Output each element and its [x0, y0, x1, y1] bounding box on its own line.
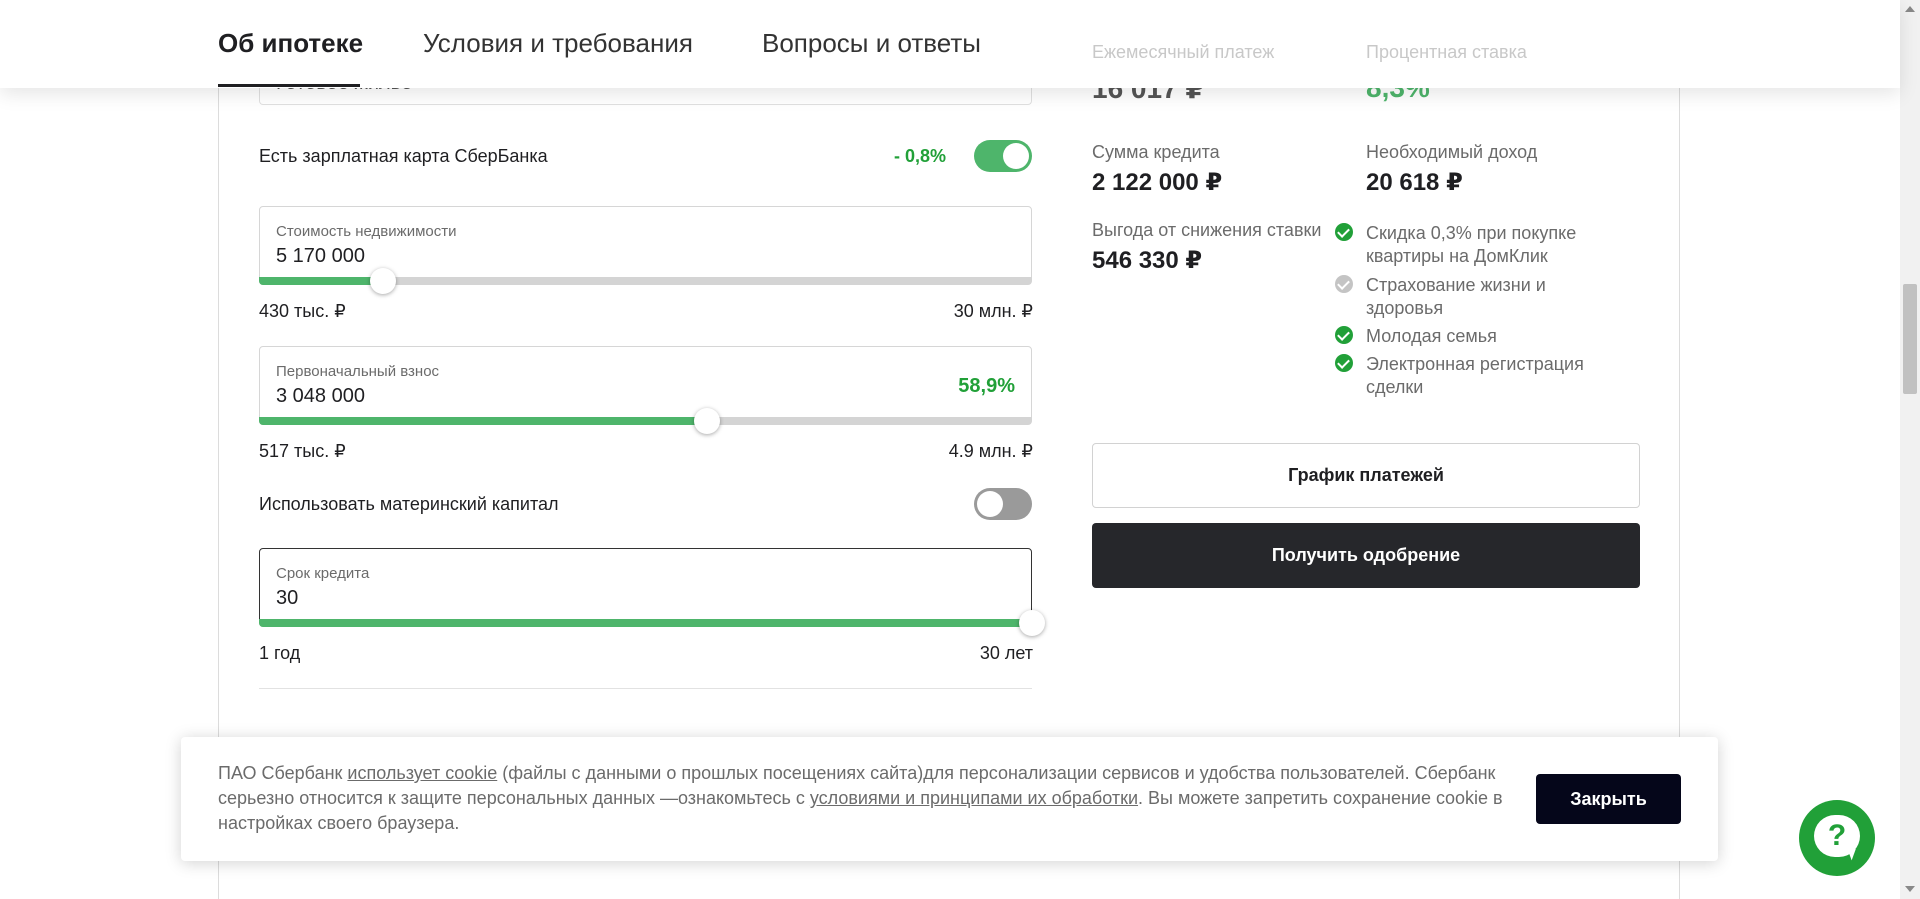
- benefit-value: 546 330 ₽: [1092, 247, 1203, 274]
- scroll-up-icon[interactable]: [1905, 6, 1915, 12]
- down-payment-percent: 58,9%: [958, 375, 1015, 397]
- loan-term-min: 1 год: [259, 643, 301, 663]
- tab-faq[interactable]: Вопросы и ответы: [762, 28, 981, 59]
- property-cost-slider[interactable]: [259, 268, 1032, 294]
- loan-term-slider[interactable]: [259, 610, 1045, 636]
- property-cost-min: 430 тыс. ₽: [259, 301, 346, 321]
- payment-schedule-button[interactable]: График платежей: [1092, 443, 1640, 508]
- check-circle-icon: [1335, 326, 1353, 344]
- property-cost-label: Стоимость недвижимости: [276, 223, 457, 240]
- loan-term-fill: [259, 619, 1032, 627]
- benefit-label: Выгода от снижения ставки: [1092, 220, 1322, 240]
- tab-about-mortgage[interactable]: Об ипотеке: [218, 28, 363, 59]
- active-tab-indicator: [218, 84, 360, 87]
- maternity-capital-toggle[interactable]: [974, 488, 1032, 520]
- question-chat-icon: ?: [1814, 815, 1860, 857]
- cookie-text-part: ПАО Сбербанк: [218, 763, 348, 783]
- top-navigation: Об ипотеке Условия и требования Вопросы …: [0, 0, 1900, 88]
- toggle-knob: [977, 491, 1003, 517]
- required-income-value: 20 618 ₽: [1366, 169, 1463, 196]
- property-cost-max: 30 млн. ₽: [953, 301, 1033, 321]
- data-processing-link[interactable]: условиями и принципами их обработки: [810, 788, 1138, 808]
- loan-term-field[interactable]: Срок кредита 30: [259, 548, 1032, 626]
- loan-term-thumb[interactable]: [1019, 610, 1045, 636]
- down-payment-max: 4.9 млн. ₽: [948, 441, 1033, 461]
- maternity-capital-label: Использовать материнский капитал: [259, 494, 559, 514]
- page-scrollbar[interactable]: [1900, 0, 1920, 899]
- monthly-payment-label: Ежемесячный платеж: [1092, 42, 1275, 62]
- property-cost-value: 5 170 000: [276, 245, 365, 267]
- cookie-policy-link[interactable]: использует cookie: [347, 763, 497, 783]
- down-payment-fill: [259, 417, 707, 425]
- scrollbar-thumb[interactable]: [1903, 284, 1917, 394]
- cookie-text: ПАО Сбербанк использует cookie (файлы с …: [218, 761, 1548, 836]
- salary-card-label: Есть зарплатная карта СберБанка: [259, 146, 548, 166]
- loan-amount-value: 2 122 000 ₽: [1092, 169, 1223, 196]
- down-payment-field[interactable]: Первоначальный взнос 3 048 000 58,9%: [259, 346, 1032, 424]
- condition-text: Молодая семья: [1366, 326, 1497, 346]
- chat-button[interactable]: ?: [1799, 800, 1875, 876]
- scroll-down-icon[interactable]: [1905, 886, 1915, 892]
- check-circle-icon: [1335, 354, 1353, 372]
- chat-glyph: ?: [1827, 819, 1847, 852]
- peek-labels: Ежемесячный платеж: [1092, 42, 1274, 63]
- condition-domclick-discount: Скидка 0,3% при покупке квартиры на ДомК…: [1335, 222, 1596, 268]
- loan-term-label: Срок кредита: [276, 565, 370, 582]
- condition-young-family: Молодая семья: [1335, 325, 1596, 348]
- toggle-knob: [1003, 143, 1029, 169]
- check-circle-icon: [1335, 223, 1353, 241]
- check-circle-icon: [1335, 275, 1353, 293]
- down-payment-slider[interactable]: [259, 408, 1032, 434]
- salary-card-toggle[interactable]: [974, 140, 1032, 172]
- condition-life-insurance: Страхование жизни и здоровья: [1335, 274, 1596, 320]
- salary-card-discount: - 0,8%: [894, 146, 947, 166]
- condition-text: Скидка 0,3% при покупке квартиры на ДомК…: [1366, 223, 1577, 266]
- interest-rate-label: Процентная ставка: [1366, 42, 1527, 62]
- tab-conditions[interactable]: Условия и требования: [423, 28, 693, 59]
- property-cost-fill: [259, 277, 383, 285]
- loan-term-max: 30 лет: [979, 643, 1033, 663]
- loan-amount-label: Сумма кредита: [1092, 142, 1220, 162]
- get-approval-button[interactable]: Получить одобрение: [1092, 523, 1640, 588]
- property-cost-thumb[interactable]: [370, 268, 396, 294]
- cookie-close-button[interactable]: Закрыть: [1536, 774, 1681, 824]
- cookie-banner: ПАО Сбербанк использует cookie (файлы с …: [181, 737, 1718, 861]
- down-payment-value: 3 048 000: [276, 385, 365, 407]
- peek-labels-rate: Процентная ставка: [1366, 42, 1527, 63]
- down-payment-thumb[interactable]: [694, 408, 720, 434]
- condition-text: Страхование жизни и здоровья: [1366, 275, 1546, 318]
- down-payment-label: Первоначальный взнос: [276, 363, 440, 380]
- section-divider: [259, 688, 1032, 689]
- loan-term-value: 30: [276, 587, 299, 609]
- condition-text: Электронная регистрация сделки: [1366, 354, 1584, 397]
- condition-e-registration: Электронная регистрация сделки: [1335, 353, 1596, 399]
- down-payment-min: 517 тыс. ₽: [259, 441, 346, 461]
- required-income-label: Необходимый доход: [1366, 142, 1538, 162]
